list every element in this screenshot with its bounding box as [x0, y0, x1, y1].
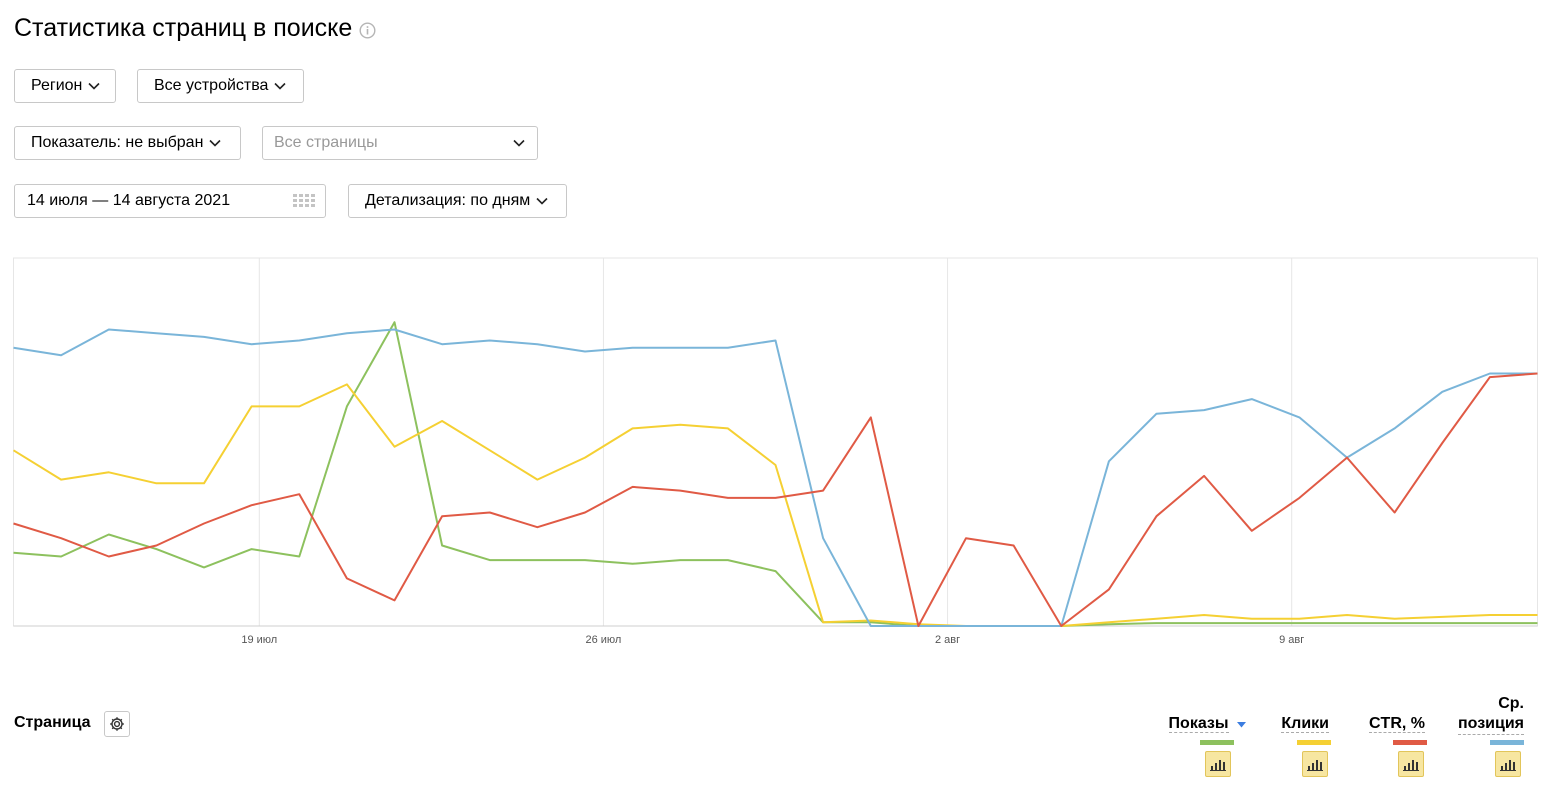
x-tick-label: 2 авг	[935, 634, 960, 646]
bar-chart-icon	[1210, 760, 1226, 771]
clicks-color-bar	[1297, 740, 1331, 745]
pages-select-placeholder: Все страницы	[274, 134, 378, 151]
x-tick-label: 9 авг	[1279, 634, 1304, 646]
bar-chart-icon	[1307, 760, 1323, 771]
x-tick-label: 26 июл	[585, 634, 621, 646]
chevron-down-icon	[513, 139, 525, 147]
pages-select[interactable]: Все страницы	[262, 126, 538, 160]
avg-position-color-bar	[1490, 740, 1524, 745]
column-header-ctr-label: CTR, %	[1369, 715, 1425, 733]
column-header-avg-position[interactable]: Ср. позиция	[1457, 694, 1524, 735]
impressions-chart-toggle[interactable]	[1205, 751, 1231, 777]
date-range-field[interactable]: 14 июля — 14 августа 2021	[14, 184, 326, 218]
chevron-down-icon	[536, 197, 548, 205]
page-title-text: Статистика страниц в поиске	[14, 14, 353, 42]
gear-icon	[109, 716, 125, 732]
indicator-dropdown[interactable]: Показатель: не выбран	[14, 126, 241, 160]
detail-dropdown[interactable]: Детализация: по дням	[348, 184, 567, 218]
calendar-icon[interactable]	[293, 194, 315, 208]
column-header-ctr[interactable]: CTR, %	[1369, 714, 1425, 734]
clicks-chart-toggle[interactable]	[1302, 751, 1328, 777]
column-header-clicks[interactable]: Клики	[1281, 714, 1329, 734]
indicator-dropdown-label: Показатель: не выбран	[31, 134, 204, 151]
column-header-avg-position-line1: Ср.	[1498, 695, 1524, 712]
series-line-3	[13, 328, 1538, 627]
devices-dropdown-label: Все устройства	[154, 77, 269, 94]
column-header-clicks-label: Клики	[1281, 715, 1329, 733]
x-tick-label: 19 июл	[241, 634, 277, 646]
series-line-0	[13, 321, 1538, 627]
column-header-impressions[interactable]: Показы	[1168, 714, 1246, 734]
search-stats-chart[interactable]: 19 июл 26 июл 2 авг 9 авг	[13, 257, 1538, 657]
chevron-down-icon	[274, 82, 287, 90]
chevron-down-icon	[88, 82, 100, 90]
page-column-header[interactable]: Страница	[14, 714, 91, 732]
avg-position-chart-toggle[interactable]	[1495, 751, 1521, 777]
series-line-1	[13, 383, 1538, 627]
page-title: Статистика страниц в поиске	[14, 14, 376, 43]
chevron-down-icon	[209, 139, 221, 147]
bar-chart-icon	[1403, 760, 1419, 771]
region-dropdown[interactable]: Регион	[14, 69, 116, 103]
ctr-chart-toggle[interactable]	[1398, 751, 1424, 777]
table-settings-button[interactable]	[104, 711, 130, 737]
column-header-avg-position-line2: позиция	[1457, 714, 1524, 735]
info-icon[interactable]	[359, 21, 376, 39]
chart-series	[13, 321, 1538, 627]
devices-dropdown[interactable]: Все устройства	[137, 69, 304, 103]
impressions-color-bar	[1200, 740, 1234, 745]
detail-dropdown-label: Детализация: по дням	[365, 192, 531, 209]
series-line-2	[13, 372, 1538, 627]
date-range-value: 14 июля — 14 августа 2021	[27, 192, 231, 209]
bar-chart-icon	[1500, 760, 1516, 771]
ctr-color-bar	[1393, 740, 1427, 745]
sort-desc-icon	[1237, 714, 1246, 734]
column-header-impressions-label: Показы	[1168, 715, 1229, 734]
region-dropdown-label: Регион	[31, 77, 83, 94]
chart-x-axis: 19 июл 26 июл 2 авг 9 авг	[241, 634, 1304, 646]
